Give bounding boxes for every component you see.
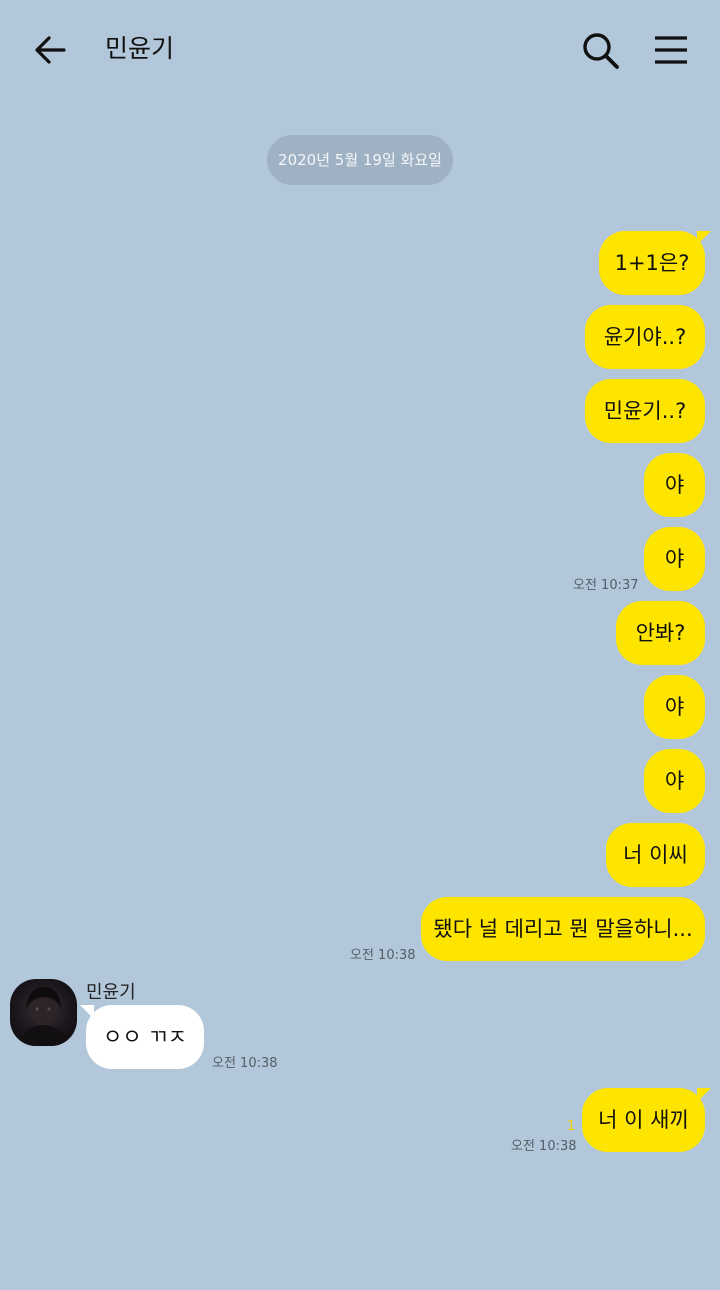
message-bubble[interactable]: ㅇㅇ ㄲㅈ [80,1005,204,1069]
message-bubble[interactable]: 윤기야..? [585,305,705,369]
profile-photo [18,987,69,1046]
message-time: 오전 10:37 [573,578,639,593]
sender-name: 민윤기 [86,982,136,1003]
message-bubble[interactable]: 1+1은? [599,231,711,295]
chat-screen: 민윤기 2020년 5월 19일 화요일 1+1은? 윤기야..? 민윤기..?… [0,0,720,1290]
chat-header: 민윤기 [0,0,720,100]
message-time: 오전 10:38 [511,1139,577,1154]
message-bubble[interactable]: 야 [644,527,705,591]
message-bubble[interactable]: 너 이씨 [606,823,705,887]
menu-button[interactable] [652,32,690,68]
search-button[interactable] [580,30,622,72]
message-bubble[interactable]: 야 [644,675,705,739]
message-bubble[interactable]: 야 [644,453,705,517]
message-time: 오전 10:38 [350,948,416,963]
search-icon [583,33,619,69]
arrow-left-icon [35,36,66,64]
unread-count: 1 [567,1119,576,1134]
avatar[interactable] [10,979,77,1046]
message-bubble[interactable]: 너 이 새끼 [582,1088,711,1152]
message-bubble[interactable]: 야 [644,749,705,813]
chat-title: 민윤기 [105,34,175,63]
message-time: 오전 10:38 [212,1056,278,1071]
message-bubble[interactable]: 됐다 널 데리고 뭔 말을하니... [421,897,705,961]
back-button[interactable] [30,30,70,70]
date-divider: 2020년 5월 19일 화요일 [267,135,453,185]
hamburger-menu-icon [655,36,687,64]
message-bubble[interactable]: 민윤기..? [585,379,705,443]
message-bubble[interactable]: 안봐? [616,601,705,665]
